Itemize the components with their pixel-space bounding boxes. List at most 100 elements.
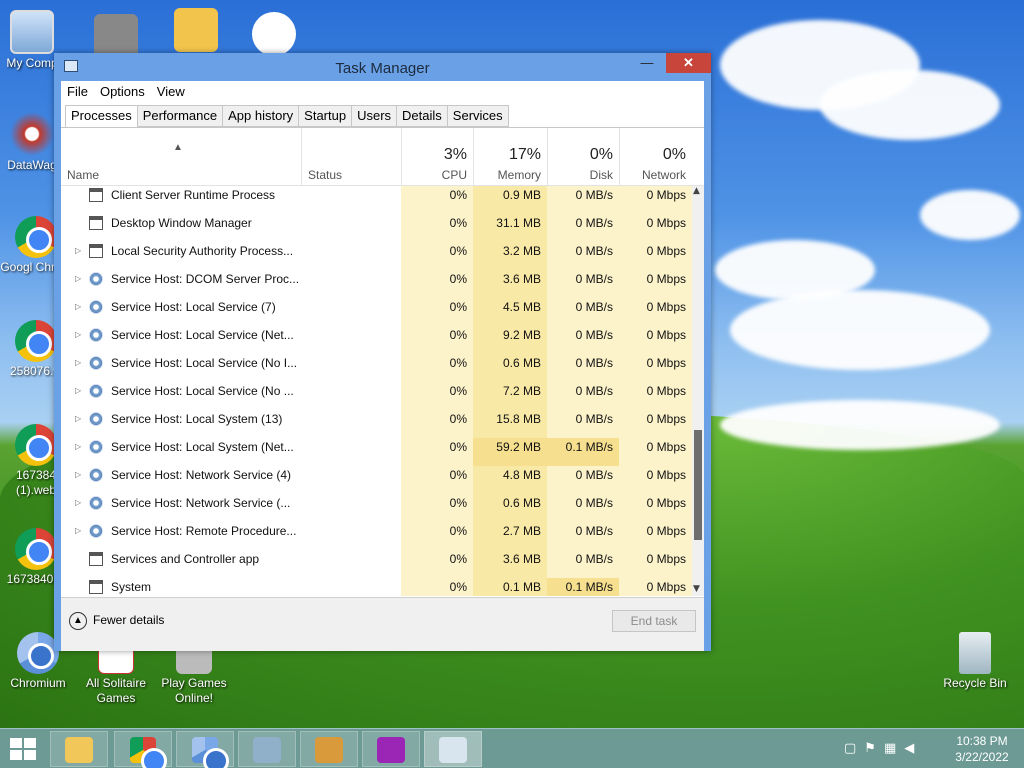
tab-processes[interactable]: Processes — [65, 105, 138, 128]
column-cpu[interactable]: 3% CPU — [401, 128, 473, 186]
taskbar-chromium[interactable] — [176, 731, 234, 768]
expand-chevron-icon[interactable]: ▷ — [75, 382, 85, 410]
table-row[interactable]: ▷ Service Host: Network Service (... 0% … — [61, 494, 692, 522]
tab-details[interactable]: Details — [397, 105, 448, 127]
chevron-up-icon: ▲ — [69, 612, 87, 630]
clock[interactable]: 10:38 PM 3/22/2022 — [952, 733, 1012, 765]
column-network[interactable]: 0% Network — [619, 128, 692, 186]
volume-muted-icon[interactable]: ◀ — [904, 741, 922, 756]
action-center-flag-icon[interactable]: ⚑ — [864, 741, 884, 756]
table-row[interactable]: ▷ Service Host: Local System (13) 0% 15.… — [61, 410, 692, 438]
tab-performance[interactable]: Performance — [137, 105, 224, 127]
taskbar-file-explorer[interactable] — [50, 731, 108, 767]
desktop-icon-cow-game[interactable] — [234, 12, 314, 58]
process-memory: 31.1 MB — [473, 214, 547, 242]
column-disk[interactable]: 0% Disk — [547, 128, 619, 186]
expand-chevron-icon[interactable]: ▷ — [75, 326, 85, 354]
gear-icon — [89, 524, 103, 538]
expand-chevron-icon[interactable]: ▷ — [75, 410, 85, 438]
tab-services[interactable]: Services — [447, 105, 509, 127]
network-icon[interactable]: ▦ — [884, 741, 904, 756]
start-button[interactable] — [10, 738, 36, 760]
process-disk: 0 MB/s — [547, 550, 619, 578]
table-row[interactable]: ▷ Service Host: Remote Procedure... 0% 2… — [61, 522, 692, 550]
taskbar-crown-app[interactable] — [300, 731, 358, 767]
taskbar-task-manager[interactable] — [424, 731, 482, 767]
task-manager-icon — [439, 737, 467, 763]
vertical-scrollbar[interactable]: ▲ ▼ — [692, 186, 704, 596]
menu-options[interactable]: Options — [94, 81, 151, 99]
scroll-down-icon[interactable]: ▼ — [693, 584, 700, 594]
fewer-details-button[interactable]: ▲ Fewer details — [69, 612, 164, 630]
tab-users[interactable]: Users — [352, 105, 398, 127]
taskbar-chrome[interactable] — [114, 731, 172, 768]
cloud — [820, 70, 1000, 140]
table-row[interactable]: ▷ Local Security Authority Process... 0%… — [61, 242, 692, 270]
column-status[interactable]: Status — [301, 128, 401, 186]
window-title: Task Manager — [335, 60, 430, 77]
table-row[interactable]: ▷ Service Host: DCOM Server Proc... 0% 3… — [61, 270, 692, 298]
gear-icon — [89, 356, 103, 370]
tab-startup[interactable]: Startup — [299, 105, 353, 127]
process-cpu: 0% — [401, 578, 473, 596]
process-memory: 0.1 MB — [473, 578, 547, 596]
end-task-button[interactable]: End task — [612, 610, 696, 632]
desktop-icon-label: 167384 (1).web — [15, 468, 57, 497]
process-cpu: 0% — [401, 382, 473, 410]
expand-chevron-icon[interactable]: ▷ — [75, 466, 85, 494]
desktop-icon-recycle-bin[interactable]: Recycle Bin — [935, 632, 1015, 691]
desktop-icon-game[interactable] — [156, 8, 236, 54]
column-memory[interactable]: 17% Memory — [473, 128, 547, 186]
tab-app-history[interactable]: App history — [223, 105, 300, 127]
desktop-icon-play-games-online[interactable]: Play Games Online! — [154, 642, 234, 706]
sort-ascending-icon: ▲ — [173, 142, 183, 153]
table-row[interactable]: ▷ Service Host: Local Service (No ... 0%… — [61, 382, 692, 410]
desktop-icon-all-solitaire-games[interactable]: All Solitaire Games — [76, 642, 156, 706]
taskbar-search-app[interactable] — [362, 731, 420, 767]
process-disk: 0 MB/s — [547, 466, 619, 494]
process-name: Service Host: Local System (Net... — [111, 440, 294, 454]
table-row[interactable]: ▷ Service Host: Local Service (7) 0% 4.5… — [61, 298, 692, 326]
expand-chevron-icon[interactable]: ▷ — [75, 522, 85, 550]
expand-chevron-icon[interactable]: ▷ — [75, 242, 85, 270]
column-cpu-label: CPU — [441, 168, 467, 182]
cloud — [720, 400, 1000, 450]
expand-chevron-icon[interactable]: ▷ — [75, 270, 85, 298]
process-memory: 0.9 MB — [473, 186, 547, 214]
process-cpu: 0% — [401, 242, 473, 270]
process-disk: 0 MB/s — [547, 214, 619, 242]
menu-bar: File Options View — [61, 81, 704, 103]
expand-chevron-icon[interactable]: ▷ — [75, 494, 85, 522]
expand-chevron-icon[interactable]: ▷ — [75, 438, 85, 466]
taskbar-network-app[interactable] — [238, 731, 296, 767]
process-disk: 0 MB/s — [547, 494, 619, 522]
table-row[interactable]: Desktop Window Manager 0% 31.1 MB 0 MB/s… — [61, 214, 692, 242]
menu-file[interactable]: File — [61, 81, 94, 99]
process-name: Service Host: Remote Procedure... — [111, 524, 297, 538]
process-memory: 9.2 MB — [473, 326, 547, 354]
expand-chevron-icon[interactable]: ▷ — [75, 354, 85, 382]
menu-view[interactable]: View — [151, 81, 191, 99]
table-row[interactable]: Client Server Runtime Process 0% 0.9 MB … — [61, 186, 692, 214]
folder-icon — [65, 737, 93, 763]
table-row[interactable]: ▷ Service Host: Local Service (No I... 0… — [61, 354, 692, 382]
close-button[interactable]: ✕ — [666, 53, 711, 73]
chromium-icon — [192, 737, 229, 768]
cpu-total-percent: 3% — [443, 146, 467, 163]
table-row[interactable]: ▷ Service Host: Local Service (Net... 0%… — [61, 326, 692, 354]
table-row[interactable]: ▷ Service Host: Local System (Net... 0% … — [61, 438, 692, 466]
table-row[interactable]: ▷ Service Host: Network Service (4) 0% 4… — [61, 466, 692, 494]
scroll-up-icon[interactable]: ▲ — [693, 186, 700, 196]
table-row[interactable]: System 0% 0.1 MB 0.1 MB/s 0 Mbps — [61, 578, 692, 596]
expand-chevron-icon[interactable]: ▷ — [75, 298, 85, 326]
minimize-button[interactable]: — — [634, 53, 660, 73]
processes-panel: ▲ Name Status 3% CPU 17% Memory 0% Disk … — [61, 127, 704, 597]
scrollbar-thumb[interactable] — [694, 430, 702, 540]
column-disk-label: Disk — [589, 168, 613, 182]
tray-box-icon[interactable]: ▢ — [844, 741, 864, 756]
process-name: Service Host: Local Service (No I... — [111, 356, 298, 370]
table-row[interactable]: Services and Controller app 0% 3.6 MB 0 … — [61, 550, 692, 578]
desktop-icon-label: My Comp — [6, 56, 58, 70]
title-bar[interactable]: Task Manager — □ ✕ — [54, 53, 711, 81]
column-name[interactable]: ▲ Name — [61, 128, 301, 186]
